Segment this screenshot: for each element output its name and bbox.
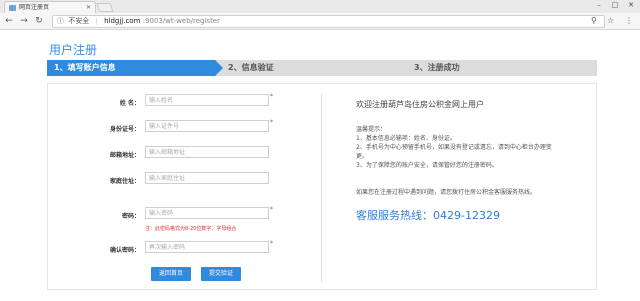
contact-note: 如果您在注册过程中遇到问题，请您拨打住房公积金客服服务热线。: [356, 189, 537, 196]
info-icon[interactable]: ⓘ: [57, 17, 64, 25]
confirm-password-input[interactable]: [145, 241, 269, 253]
favicon-icon: [9, 5, 16, 11]
tab-title: 网页注册页: [19, 4, 50, 11]
welcome-text: 欢迎注册葫芦岛住房公积金网上用户: [356, 100, 484, 109]
bookmark-star-icon[interactable]: ☆: [607, 15, 614, 27]
id-number-required-mark: *: [270, 119, 273, 126]
address-label: 家庭住址：: [109, 178, 140, 185]
tip-line-1: 1、基本信息必输项：姓名、身份证。: [356, 135, 456, 142]
id-number-input[interactable]: [145, 120, 269, 132]
forward-icon[interactable]: →: [19, 15, 29, 27]
tip-line-2-cont: 更。: [356, 153, 369, 160]
address-bar[interactable]: ⓘ 不安全 | hldgjj.com :9003/wt-web/register: [52, 15, 605, 28]
tips-heading: 温馨提示：: [356, 126, 387, 133]
password-required-mark: *: [270, 206, 273, 213]
password-label: 密码：: [121, 213, 140, 220]
reload-icon[interactable]: ↻: [34, 15, 44, 27]
name-input[interactable]: [145, 94, 269, 106]
name-label: 姓 名：: [119, 100, 140, 107]
email-input[interactable]: [145, 146, 269, 158]
url-host: hldgjj.com: [104, 17, 141, 25]
minimize-icon[interactable]: –: [592, 0, 606, 11]
close-window-icon[interactable]: ✕: [624, 0, 638, 11]
separator: |: [95, 17, 98, 25]
hotline-text: 客服服务热线：0429-12329: [356, 209, 500, 222]
back-icon[interactable]: ←: [4, 15, 14, 27]
email-label: 邮箱地址：: [109, 152, 140, 159]
step-2: 2、信息验证: [228, 63, 274, 72]
submit-verify-button[interactable]: 提交验证: [201, 267, 241, 281]
new-tab-button[interactable]: [96, 3, 114, 12]
name-required-mark: *: [270, 93, 273, 100]
password-hint: 注：此密码格式为8-20位数字、字母组合: [145, 226, 237, 232]
panel-divider: [321, 93, 322, 283]
translate-icon[interactable]: ⚲: [591, 15, 597, 27]
security-label: 不安全: [68, 17, 90, 25]
id-number-label: 身份证号：: [109, 126, 140, 133]
tip-line-2: 2、手机号为中心预留手机号，如果没有登记或遗忘，请到中心柜台办理变: [356, 144, 552, 151]
close-tab-icon[interactable]: ✕: [86, 2, 91, 13]
step-progress: 1、填写账户信息 2、信息验证 3、注册成功: [47, 60, 597, 76]
back-home-button[interactable]: 返回首页: [151, 267, 191, 281]
maximize-icon[interactable]: □: [608, 0, 622, 11]
confirm-password-required-mark: *: [270, 240, 273, 247]
step-3: 3、注册成功: [414, 63, 460, 72]
page-title: 用户注册: [49, 43, 98, 57]
step-1-active: 1、填写账户信息: [47, 60, 223, 76]
url-path: :9003/wt-web/register: [142, 17, 220, 25]
confirm-password-label: 确认密码：: [109, 247, 140, 254]
tip-line-3: 3、为了保障您的账户安全，请保管好您的注册密码。: [356, 162, 498, 169]
browser-titlebar: 网页注册页 ✕ – □ ✕: [0, 0, 640, 13]
browser-tab[interactable]: 网页注册页 ✕: [4, 1, 96, 13]
password-input[interactable]: [145, 207, 269, 219]
menu-icon[interactable]: ⋮: [625, 15, 633, 27]
browser-toolbar: ← → ↻ ⓘ 不安全 | hldgjj.com :9003/wt-web/re…: [0, 13, 640, 30]
address-input[interactable]: [145, 172, 269, 184]
